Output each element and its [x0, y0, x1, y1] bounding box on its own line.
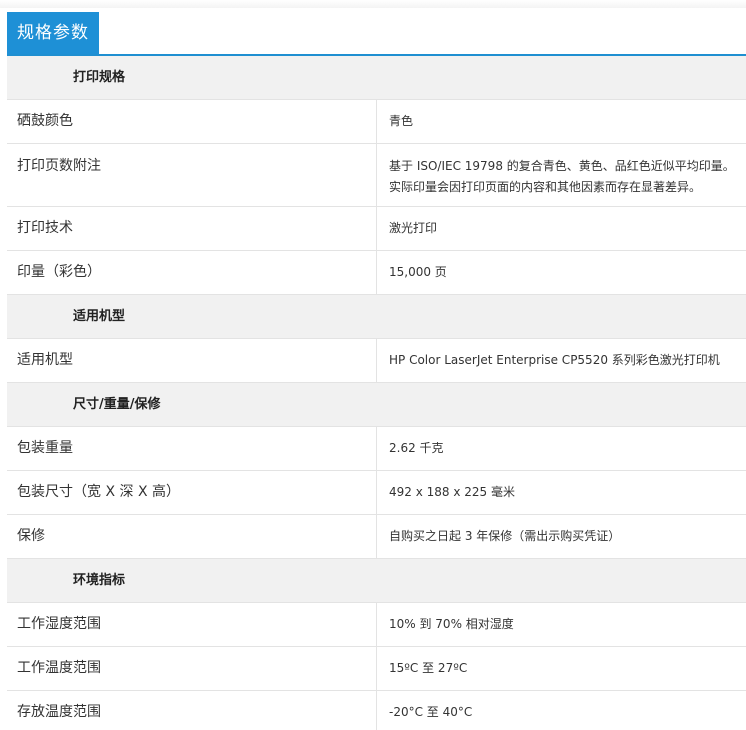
row-label: 硒鼓颜色 [7, 99, 377, 144]
row-label: 包装尺寸（宽 X 深 X 高） [7, 470, 377, 515]
row-label: 打印页数附注 [7, 143, 377, 207]
tab-specs[interactable]: 规格参数 [7, 12, 99, 54]
section-title: 适用机型 [7, 294, 746, 339]
row-label: 包装重量 [7, 426, 377, 471]
row-value: 10% 到 70% 相对湿度 [376, 602, 746, 647]
row-label: 工作湿度范围 [7, 602, 377, 647]
row-value: -20°C 至 40°C [376, 690, 746, 730]
row-label: 适用机型 [7, 338, 377, 383]
row-label: 保修 [7, 514, 377, 559]
table-row: 硒鼓颜色 青色 [7, 99, 746, 144]
row-label: 工作温度范围 [7, 646, 377, 691]
table-row: 保修 自购买之日起 3 年保修（需出示购买凭证） [7, 514, 746, 559]
row-value: 激光打印 [376, 206, 746, 251]
row-value: 15ºC 至 27ºC [376, 646, 746, 691]
table-row: 打印技术 激光打印 [7, 206, 746, 251]
spec-page: 规格参数 打印规格 硒鼓颜色 青色 打印页数附注 基于 ISO/IEC 1979… [0, 0, 746, 730]
section-header: 适用机型 [7, 294, 746, 339]
row-value: 492 x 188 x 225 毫米 [376, 470, 746, 515]
row-value: 2.62 千克 [376, 426, 746, 471]
table-row: 包装重量 2.62 千克 [7, 426, 746, 471]
row-value: 自购买之日起 3 年保修（需出示购买凭证） [376, 514, 746, 559]
tab-bar: 规格参数 [7, 8, 746, 56]
row-value: 青色 [376, 99, 746, 144]
row-value-line: 实际印量会因打印页面的内容和其他因素而存在显著差异。 [389, 180, 702, 194]
table-row: 印量（彩色） 15,000 页 [7, 250, 746, 295]
section-title: 尺寸/重量/保修 [7, 382, 746, 427]
section-header: 环境指标 [7, 558, 746, 603]
top-divider [0, 0, 746, 8]
row-value: 15,000 页 [376, 250, 746, 295]
spec-table: 打印规格 硒鼓颜色 青色 打印页数附注 基于 ISO/IEC 19798 的复合… [7, 56, 746, 730]
row-value: 基于 ISO/IEC 19798 的复合青色、黄色、品红色近似平均印量。 实际印… [376, 143, 746, 207]
row-label: 存放温度范围 [7, 690, 377, 730]
section-header: 打印规格 [7, 56, 746, 100]
table-row: 包装尺寸（宽 X 深 X 高） 492 x 188 x 225 毫米 [7, 470, 746, 515]
table-row: 工作湿度范围 10% 到 70% 相对湿度 [7, 602, 746, 647]
section-header: 尺寸/重量/保修 [7, 382, 746, 427]
row-value: HP Color LaserJet Enterprise CP5520 系列彩色… [376, 338, 746, 383]
table-row: 存放温度范围 -20°C 至 40°C [7, 690, 746, 730]
section-title: 环境指标 [7, 558, 746, 603]
row-value-line: 基于 ISO/IEC 19798 的复合青色、黄色、品红色近似平均印量。 [389, 159, 735, 173]
table-row: 工作温度范围 15ºC 至 27ºC [7, 646, 746, 691]
row-label: 打印技术 [7, 206, 377, 251]
row-label: 印量（彩色） [7, 250, 377, 295]
table-row: 适用机型 HP Color LaserJet Enterprise CP5520… [7, 338, 746, 383]
section-title: 打印规格 [7, 56, 746, 100]
table-row: 打印页数附注 基于 ISO/IEC 19798 的复合青色、黄色、品红色近似平均… [7, 143, 746, 207]
